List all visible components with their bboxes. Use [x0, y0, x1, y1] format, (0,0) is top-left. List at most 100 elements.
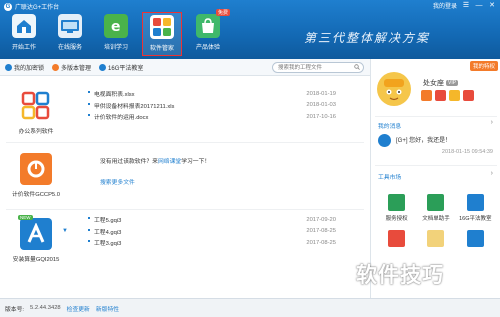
empty-prefix: 没有用过该款软件？来 [100, 159, 158, 165]
app-name: 办公系列软件 [18, 129, 54, 135]
office-suite-icon [20, 90, 52, 122]
versions-icon [52, 63, 60, 71]
toolbar-label: 多版本管理 [61, 65, 92, 72]
file-name: 工程4.gqi3 [88, 227, 121, 236]
nav-label: 产品体验 [195, 45, 220, 51]
search-more-link[interactable]: 搜索更多文件 [100, 177, 135, 186]
nav-label: 在线服务 [57, 45, 82, 51]
tool-item[interactable] [456, 230, 495, 250]
file-list-office: 电视面积表.xlsx 2018-01-19 甲供设备材料报表20171211.xl… [88, 88, 336, 123]
new-badge: NEW [18, 215, 33, 220]
avatar[interactable] [377, 72, 411, 106]
nav-item-product-experience[interactable]: 免费 产品体验 [188, 9, 230, 56]
window-title-text: 广联达G+工作台 [15, 5, 60, 11]
medal-icon[interactable] [421, 90, 432, 101]
file-name: 电视面积表.xlsx [88, 89, 135, 98]
tools-title: 工具市场 [378, 175, 402, 181]
header-bar: G 广联达G+工作台 我的登录 ☰ — ✕ 开始工作 在线服务 e 培训学习 软… [0, 0, 500, 59]
nav-label: 软件管家 [149, 46, 174, 52]
new-features-link[interactable]: 新版特性 [96, 304, 119, 313]
message-text[interactable]: [G+] 您好，我还是！ [396, 135, 451, 144]
message-icon [378, 134, 391, 147]
status-bar: 版本号: 5.2.44.3428 检查更新 新版特性 [0, 298, 500, 317]
file-name: 工程5.gqi3 [88, 215, 121, 224]
menu-icon[interactable]: ☰ [462, 2, 470, 10]
message-time: 2018-01-15 09:54:39 [441, 149, 493, 155]
file-date: 2017-08-25 [306, 239, 336, 246]
check-update-link[interactable]: 检查更新 [67, 304, 90, 313]
chevron-right-icon[interactable]: › [491, 170, 493, 177]
close-icon[interactable]: ✕ [488, 2, 496, 10]
file-name: 计价软件的运用.docx [88, 112, 148, 121]
window-controls: 我的登录 ☰ — ✕ [433, 1, 496, 11]
tool-icon [388, 230, 406, 247]
login-link[interactable]: 我的登录 [433, 1, 457, 10]
tool-item[interactable] [416, 230, 455, 250]
svg-text:e: e [111, 19, 121, 35]
tools-grid: 服务授权 文档单助手 16G平法教室 [377, 194, 495, 250]
file-row[interactable]: 电视面积表.xlsx 2018-01-19 [88, 88, 336, 100]
toolbar-label: 我的加密锁 [14, 65, 45, 72]
app-tile-office[interactable]: 办公系列软件 [12, 90, 60, 135]
slogan-banner: 第三代整体解决方案 [304, 31, 431, 45]
file-row[interactable]: 甲供设备材料报表20171211.xls 2018-01-03 [88, 100, 336, 112]
nav-item-online-service[interactable]: 在线服务 [50, 12, 90, 56]
nav-label: 培训学习 [103, 45, 128, 51]
training-icon: e [104, 14, 128, 38]
free-badge: 免费 [215, 9, 230, 16]
username: 处女座 VIP [423, 78, 459, 88]
username-text: 处女座 [423, 80, 444, 87]
nav-item-software-manager[interactable]: 软件管家 [142, 12, 182, 56]
file-row[interactable]: 计价软件的运用.docx 2017-10-16 [88, 111, 336, 123]
tool-item[interactable]: 服务授权 [377, 194, 416, 222]
classroom-icon [466, 194, 484, 211]
file-list-gqi: 工程5.gqi3 2017-09-20 工程4.gqi3 2017-08-25 工程… [88, 214, 336, 249]
file-name: 甲供设备材料报表20171211.xls [88, 101, 174, 110]
tool-item[interactable] [377, 230, 416, 250]
window-title: G 广联达G+工作台 [4, 2, 59, 11]
tool-label: 服务授权 [385, 216, 408, 222]
medal-row [421, 90, 474, 101]
search-icon[interactable] [354, 64, 360, 70]
app-tile-gqi[interactable]: NEW 安装算量GQI2015 [12, 215, 60, 263]
gqi-icon: NEW [18, 215, 52, 250]
home-icon [12, 14, 36, 38]
medal-icon[interactable] [463, 90, 474, 101]
file-row[interactable]: 工程4.gqi3 2017-08-25 [88, 226, 336, 238]
chevron-down-icon[interactable]: ▼ [62, 228, 68, 234]
app-tile-gccp[interactable]: 计价软件GCCP5.0 [12, 153, 60, 198]
tool-item[interactable]: 16G平法教室 [456, 194, 495, 222]
nav-item-training[interactable]: e 培训学习 [96, 12, 136, 56]
file-row[interactable]: 工程5.gqi3 2017-09-20 [88, 214, 336, 226]
panel-divider [375, 165, 497, 166]
empty-suffix: 学习一下！ [181, 159, 211, 165]
online-service-icon [58, 14, 82, 38]
nav-item-start-work[interactable]: 开始工作 [4, 12, 44, 56]
toolbar-item-versions[interactable]: 多版本管理 [52, 63, 91, 72]
online-class-link[interactable]: 网络课堂 [158, 159, 181, 165]
search-input[interactable] [272, 62, 364, 73]
special-privilege-badge[interactable]: 我的特权 [469, 61, 498, 71]
lock-icon [5, 63, 12, 71]
tool-item[interactable]: 文档单助手 [416, 194, 455, 222]
file-name: 工程3.gqi3 [88, 238, 121, 247]
file-row[interactable]: 工程3.gqi3 2017-08-25 [88, 237, 336, 249]
toolbar-item-classroom[interactable]: 16G平法教室 [99, 63, 143, 72]
medal-icon[interactable] [435, 90, 446, 101]
chevron-right-icon[interactable]: › [491, 119, 493, 126]
minimize-icon[interactable]: — [475, 2, 483, 10]
file-date: 2017-10-16 [306, 113, 336, 120]
version-number: 5.2.44.3428 [30, 305, 61, 311]
medal-icon[interactable] [449, 90, 460, 101]
file-date: 2018-01-19 [306, 90, 336, 97]
app-name: 安装算量GQI2015 [12, 257, 60, 263]
main-nav: 开始工作 在线服务 e 培训学习 软件管家 免费 产品体验 [4, 9, 230, 56]
file-date: 2017-09-20 [306, 216, 336, 223]
nav-label: 开始工作 [11, 45, 36, 51]
toolbar-item-lock[interactable]: 我的加密锁 [5, 63, 44, 72]
software-manager-icon [150, 15, 174, 39]
tool-icon [466, 230, 484, 247]
product-bag-icon [196, 14, 220, 38]
app-name: 计价软件GCCP5.0 [12, 192, 60, 198]
gccp-icon [20, 153, 52, 185]
